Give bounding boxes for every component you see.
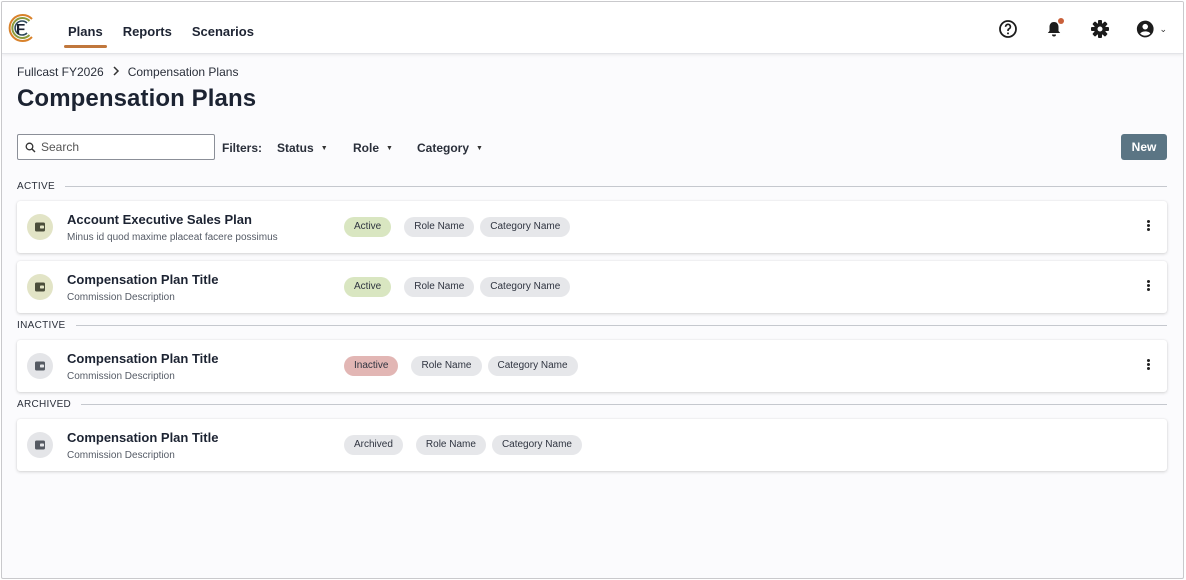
plan-tags: Active Role Name Category Name: [344, 217, 576, 237]
nav-tab-reports[interactable]: Reports: [119, 2, 176, 54]
fullcast-logo[interactable]: F: [5, 12, 37, 44]
more-options-icon[interactable]: [1145, 359, 1151, 373]
plan-title: Compensation Plan Title: [67, 430, 219, 445]
chevron-down-icon[interactable]: ⌄: [1159, 24, 1167, 35]
filters-label: Filters:: [222, 141, 263, 155]
main-nav: Plans Reports Scenarios: [64, 2, 270, 54]
plan-description: Commission Description: [67, 292, 175, 303]
category-tag: Category Name: [487, 356, 578, 376]
wallet-icon: [27, 353, 53, 379]
status-badge: Inactive: [344, 356, 399, 376]
section-label: ACTIVE: [17, 181, 55, 192]
plan-tags: Archived Role Name Category Name: [344, 435, 588, 455]
role-tag: Role Name: [404, 217, 475, 237]
search-icon: [25, 142, 36, 152]
svg-text:F: F: [16, 21, 25, 38]
notification-dot: [1058, 18, 1064, 24]
gear-icon[interactable]: [1089, 18, 1111, 40]
divider: [81, 404, 1167, 405]
search-box[interactable]: [17, 134, 215, 160]
more-options-icon[interactable]: [1145, 280, 1151, 294]
top-bar-actions: ⌄: [973, 18, 1167, 40]
breadcrumb: Fullcast FY2026 Compensation Plans: [17, 65, 238, 79]
role-tag: Role Name: [415, 435, 486, 455]
plan-card[interactable]: Compensation Plan Title Commission Descr…: [17, 340, 1167, 392]
plan-description: Commission Description: [67, 371, 175, 382]
section-header-archived: ARCHIVED: [17, 399, 1167, 410]
new-plan-button[interactable]: New: [1121, 134, 1167, 160]
caret-down-icon: ▼: [320, 144, 328, 152]
help-icon[interactable]: [997, 18, 1019, 40]
nav-tab-plans[interactable]: Plans: [64, 2, 107, 54]
divider: [75, 325, 1167, 326]
category-tag: Category Name: [491, 435, 582, 455]
role-tag: Role Name: [404, 277, 475, 297]
status-badge: Active: [344, 277, 392, 297]
filter-role-label: Role: [353, 141, 380, 155]
section-header-active: ACTIVE: [17, 181, 1167, 192]
wallet-icon: [27, 214, 53, 240]
caret-down-icon: ▼: [476, 144, 483, 152]
filter-category-label: Category: [417, 141, 470, 155]
nav-tab-scenarios[interactable]: Scenarios: [188, 2, 258, 54]
filter-role-dropdown[interactable]: Role ▼: [353, 141, 393, 155]
bell-icon[interactable]: [1043, 18, 1065, 40]
breadcrumb-root-link[interactable]: Fullcast FY2026: [17, 65, 104, 79]
filter-category-dropdown[interactable]: Category ▼: [417, 141, 483, 155]
status-badge: Archived: [344, 435, 403, 455]
filter-status-label: Status: [277, 141, 314, 155]
wallet-icon: [27, 432, 53, 458]
plan-card[interactable]: Compensation Plan Title Commission Descr…: [17, 419, 1167, 471]
plan-title: Compensation Plan Title: [67, 272, 219, 287]
more-options-icon[interactable]: [1145, 220, 1151, 234]
section-label: ARCHIVED: [17, 399, 72, 410]
filter-status-dropdown[interactable]: Status ▼: [277, 141, 328, 155]
divider: [64, 186, 1167, 187]
page-title: Compensation Plans: [17, 85, 257, 112]
plan-card[interactable]: Account Executive Sales Plan Minus id qu…: [17, 201, 1167, 253]
wallet-icon: [27, 274, 53, 300]
status-badge: Active: [344, 217, 392, 237]
caret-down-icon: ▼: [386, 144, 393, 152]
plan-title: Account Executive Sales Plan: [67, 212, 252, 227]
plan-tags: Active Role Name Category Name: [344, 277, 576, 297]
plan-title: Compensation Plan Title: [67, 351, 219, 366]
plan-description: Minus id quod maxime placeat facere poss…: [67, 232, 278, 243]
app-window: F Plans Reports Scenarios ⌄ Fullcast FY2…: [1, 1, 1184, 579]
account-icon[interactable]: ⌄: [1135, 18, 1167, 40]
chevron-right-icon: [112, 65, 120, 79]
breadcrumb-current: Compensation Plans: [127, 65, 239, 79]
plan-description: Commission Description: [67, 450, 175, 461]
section-header-inactive: INACTIVE: [17, 320, 1167, 331]
category-tag: Category Name: [480, 217, 571, 237]
top-nav-bar: F Plans Reports Scenarios ⌄: [2, 2, 1183, 54]
search-input[interactable]: [41, 140, 201, 154]
role-tag: Role Name: [411, 356, 482, 376]
plan-tags: Inactive Role Name Category Name: [344, 356, 584, 376]
plan-card[interactable]: Compensation Plan Title Commission Descr…: [17, 261, 1167, 313]
category-tag: Category Name: [480, 277, 571, 297]
section-label: INACTIVE: [17, 320, 66, 331]
